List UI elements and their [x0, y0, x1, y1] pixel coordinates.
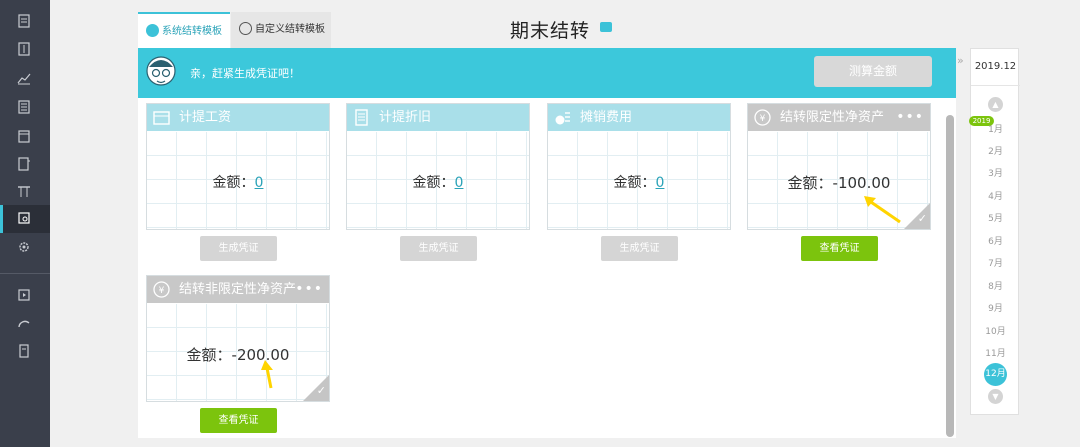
card-amortized-expenses: 摊销费用 金额：0: [547, 103, 731, 230]
more-icon[interactable]: •••: [295, 276, 323, 303]
tab-label: 系统结转模板: [162, 26, 222, 37]
nav-divider: [0, 273, 50, 274]
amount-row: 金额：0: [147, 172, 329, 192]
note-icon[interactable]: [17, 344, 33, 360]
amount-value-link[interactable]: 0: [455, 175, 464, 191]
month-item[interactable]: 6月: [971, 234, 1020, 247]
card-accrued-salary: 计提工资 金额：0: [146, 103, 330, 230]
amount-label: 金额：: [412, 175, 455, 191]
card-body: 金额：-100.00 ✓: [748, 132, 930, 229]
document-icon[interactable]: [17, 14, 33, 30]
month-item[interactable]: 11月: [971, 346, 1020, 359]
calculate-amount-button[interactable]: 测算金额: [814, 56, 932, 87]
card-title: 摊销费用: [580, 110, 633, 125]
month-item[interactable]: 7月: [971, 256, 1020, 269]
card-header: 摊销费用: [548, 104, 730, 131]
generate-voucher-button[interactable]: 生成凭证: [200, 236, 277, 261]
amount-row: 金额：0: [347, 172, 529, 192]
tab-label: 自定义结转模板: [255, 24, 325, 35]
card-transfer-restricted-net-assets: ¥ 结转限定性净资产 ••• 金额：-100.00 ✓: [747, 103, 931, 230]
month-item[interactable]: 5月: [971, 211, 1020, 224]
period-divider: [971, 85, 1020, 86]
salary-icon: [153, 111, 170, 125]
amortization-icon: [555, 112, 570, 125]
report-icon[interactable]: [17, 157, 33, 173]
view-voucher-button[interactable]: 查看凭证: [801, 236, 878, 261]
generate-voucher-button[interactable]: 生成凭证: [601, 236, 678, 261]
card-title: 计提工资: [179, 110, 232, 125]
month-item[interactable]: 4月: [971, 189, 1020, 202]
collapse-icon[interactable]: »: [957, 54, 964, 67]
card-header: 计提折旧: [347, 104, 529, 131]
chevron-up-icon[interactable]: ▲: [988, 97, 1003, 112]
card-title: 计提折旧: [379, 110, 432, 125]
month-item-current[interactable]: 12月: [984, 363, 1007, 386]
tab-custom-template[interactable]: 自定义结转模板: [231, 12, 331, 48]
more-icon[interactable]: •••: [896, 104, 924, 131]
amount-label: 金额：: [186, 346, 232, 364]
card-body: 金额：0: [548, 132, 730, 229]
card-title: 结转限定性净资产: [780, 110, 885, 125]
video-icon[interactable]: [17, 288, 33, 304]
left-nav: [0, 0, 50, 447]
card-body: 金额：0: [147, 132, 329, 229]
asset-icon[interactable]: [17, 184, 33, 200]
card-header: ¥ 结转非限定性净资产 •••: [147, 276, 329, 303]
card-title: 结转非限定性净资产: [179, 282, 297, 297]
amount-row: 金额：0: [548, 172, 730, 192]
amount-row: 金额：-100.00: [748, 172, 930, 193]
check-icon: ✓: [917, 212, 927, 225]
svg-text:¥: ¥: [159, 286, 165, 296]
selected-period[interactable]: 2019.12: [971, 61, 1020, 72]
chevron-down-icon[interactable]: ▼: [988, 389, 1003, 404]
svg-text:¥: ¥: [760, 114, 766, 124]
card-transfer-unrestricted-net-assets: ¥ 结转非限定性净资产 ••• 金额：-200.00 ✓: [146, 275, 330, 402]
amount-row: 金额：-200.00: [147, 344, 329, 365]
period-panel: 2019.12 ▲ 2019 1月 2月 3月 4月 5月 6月 7月 8月 9…: [969, 48, 1020, 415]
amount-label: 金额：: [212, 175, 255, 191]
refresh-icon: [239, 22, 252, 35]
card-accrued-depreciation: 计提折旧 金额：0: [346, 103, 530, 230]
video-help-icon[interactable]: [600, 22, 612, 32]
page-title: 期末结转: [510, 20, 591, 42]
month-item[interactable]: 10月: [971, 324, 1020, 337]
yuan-icon: ¥: [153, 281, 170, 298]
card-body: 金额：0: [347, 132, 529, 229]
card-header: 计提工资: [147, 104, 329, 131]
arrow-annotation-icon: [864, 196, 901, 224]
ledger-icon[interactable]: [17, 100, 33, 116]
month-item[interactable]: 1月: [971, 122, 1020, 135]
yuan-icon: ¥: [754, 109, 771, 126]
banner: 亲，赶紧生成凭证吧！ 测算金额: [138, 48, 956, 98]
depreciation-icon: [355, 109, 368, 126]
month-item[interactable]: 3月: [971, 166, 1020, 179]
voucher-icon[interactable]: [17, 42, 33, 58]
amount-value-link[interactable]: 0: [656, 175, 665, 191]
month-item[interactable]: 2月: [971, 144, 1020, 157]
amount-value: -100.00: [832, 174, 891, 192]
banner-message: 亲，赶紧生成凭证吧！: [190, 67, 300, 80]
vertical-scrollbar[interactable]: [946, 115, 954, 437]
arrow-annotation-icon: [261, 360, 273, 389]
gear-icon[interactable]: [17, 240, 33, 256]
speed-icon[interactable]: [17, 316, 33, 332]
amount-label: 金额：: [613, 175, 656, 191]
view-voucher-button[interactable]: 查看凭证: [200, 408, 277, 433]
closing-icon[interactable]: [17, 211, 33, 227]
card-body: 金额：-200.00 ✓: [147, 304, 329, 401]
check-icon: ✓: [316, 384, 326, 397]
amount-value-link[interactable]: 0: [255, 175, 264, 191]
calendar-icon[interactable]: [17, 129, 33, 145]
template-icon: [146, 24, 159, 37]
avatar: [146, 56, 176, 86]
tab-system-template[interactable]: 系统结转模板: [138, 12, 230, 48]
generate-voucher-button[interactable]: 生成凭证: [400, 236, 477, 261]
amount-label: 金额：: [787, 174, 833, 192]
month-item[interactable]: 8月: [971, 279, 1020, 292]
card-header: ¥ 结转限定性净资产 •••: [748, 104, 930, 131]
chart-icon[interactable]: [17, 71, 33, 87]
month-item[interactable]: 9月: [971, 301, 1020, 314]
